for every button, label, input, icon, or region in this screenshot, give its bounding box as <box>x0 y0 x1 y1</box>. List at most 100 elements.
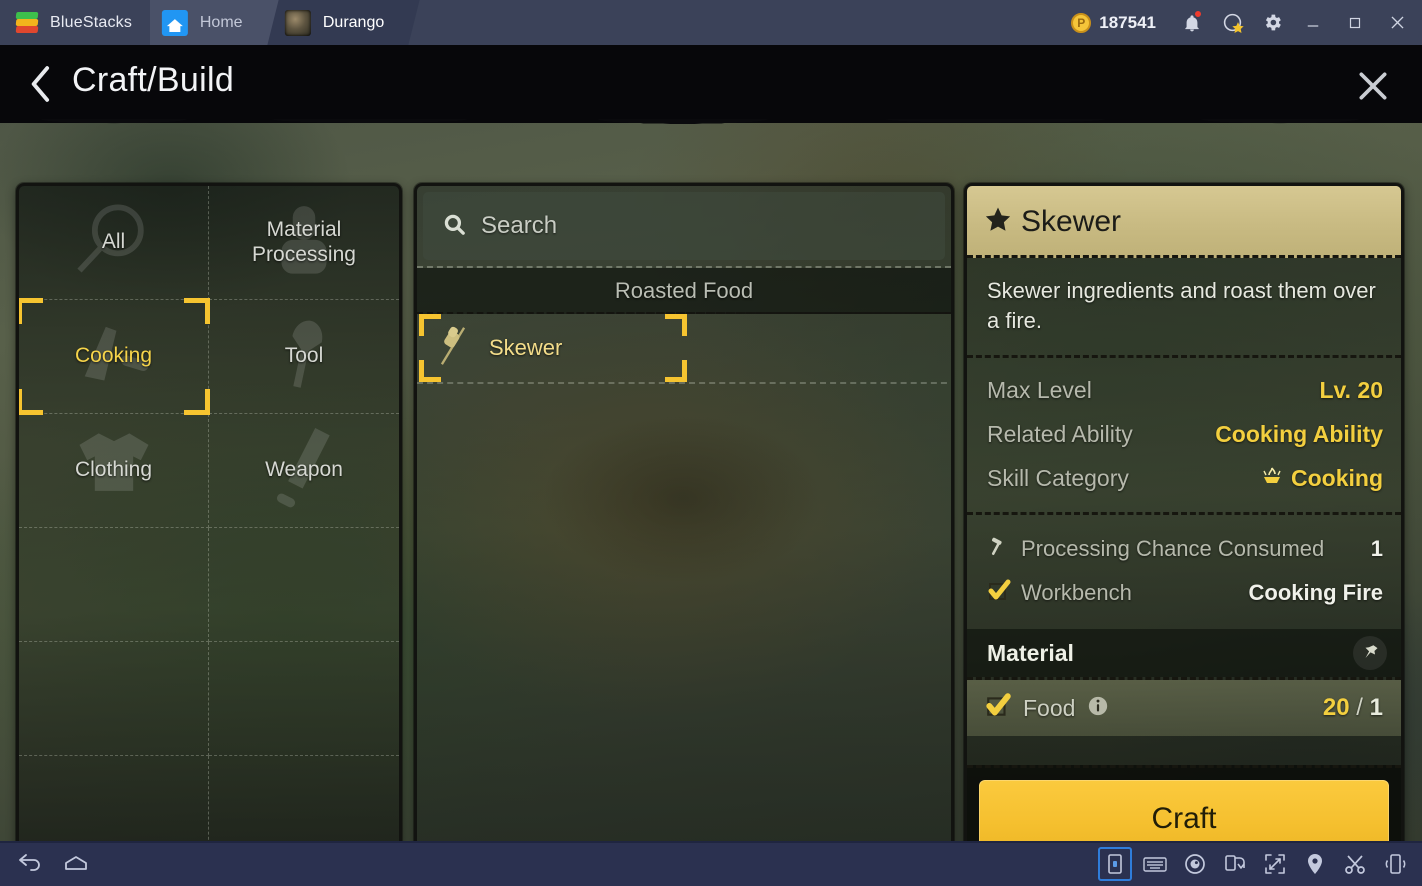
list-item-skewer-label: Skewer <box>489 335 563 360</box>
selection-bracket-tl <box>19 298 43 324</box>
category-material-processing-label: Material Processing <box>252 218 356 266</box>
category-weapon[interactable]: Weapon <box>209 414 399 528</box>
stat-key: Skill Category <box>987 464 1129 491</box>
material-have: 20 <box>1322 694 1350 722</box>
fullscreen-icon[interactable] <box>1258 847 1292 881</box>
material-row-food[interactable]: Food 20 / 1 <box>967 680 1401 737</box>
requirement-label: Processing Chance Consumed <box>1021 536 1325 562</box>
category-clothing-label: Clothing <box>74 458 153 482</box>
titlebar: BlueStacks Home Durango P 187541 <box>0 0 1422 45</box>
home-outline-icon[interactable] <box>56 847 96 881</box>
material-need: 1 <box>1369 694 1383 722</box>
stat-key: Related Ability <box>987 420 1133 447</box>
requirement-label: Workbench <box>1021 580 1132 606</box>
category-tool-label: Tool <box>284 344 324 368</box>
stat-row-max-level: Max Level Lv. 20 <box>987 368 1383 412</box>
detail-description: Skewer ingredients and roast them over a… <box>987 278 1376 333</box>
campfire-icon <box>1259 463 1285 493</box>
bluestacks-brand: BlueStacks <box>0 0 151 45</box>
recipe-detail-panel: Skewer Skewer ingredients and roast them… <box>964 183 1404 841</box>
category-empty-1 <box>19 528 209 642</box>
skill-category-value: Cooking <box>1291 464 1383 491</box>
craft-button-bar: Craft <box>967 765 1401 841</box>
stat-value-wrap: Cooking <box>1259 463 1383 493</box>
selection-bracket-bl <box>19 389 43 415</box>
category-weapon-label: Weapon <box>265 458 343 482</box>
selection-bracket-tr <box>184 298 210 324</box>
detail-title: Skewer <box>1021 205 1122 238</box>
category-all-label: All <box>101 230 126 254</box>
detail-title-bar: Skewer <box>967 186 1401 258</box>
stat-key: Max Level <box>987 376 1092 403</box>
close-panel-button[interactable] <box>1350 63 1396 109</box>
tab-durango[interactable]: Durango <box>253 0 420 45</box>
category-empty-6 <box>209 756 399 841</box>
back-arrow-icon[interactable] <box>10 847 50 881</box>
stat-row-skill-category: Skill Category Cooking <box>987 456 1383 500</box>
craft-button[interactable]: Craft <box>979 780 1389 841</box>
search-input[interactable]: Search <box>423 192 945 260</box>
material-name: Food <box>1023 694 1076 721</box>
scissors-icon[interactable] <box>1338 847 1372 881</box>
pin-icon[interactable] <box>1353 636 1387 671</box>
category-tool[interactable]: Tool <box>209 300 399 414</box>
check-icon <box>987 579 1011 608</box>
coin-icon: P <box>1071 12 1092 33</box>
gear-icon[interactable] <box>1252 0 1292 45</box>
location-pin-icon[interactable] <box>1298 847 1332 881</box>
points-display[interactable]: P 187541 <box>1055 12 1172 33</box>
category-empty-2 <box>209 528 399 642</box>
category-cooking[interactable]: Cooking <box>19 298 210 415</box>
keyboard-icon[interactable] <box>1138 847 1172 881</box>
craft-build-header: Craft/Build <box>0 45 1422 129</box>
home-icon <box>162 9 189 36</box>
selection-bracket-tl <box>419 314 441 336</box>
selection-bracket-br <box>665 360 687 382</box>
material-separator: / <box>1356 694 1363 722</box>
multi-instance-icon[interactable] <box>1098 846 1132 881</box>
close-icon[interactable] <box>1376 0 1418 45</box>
list-item-skewer[interactable]: Skewer <box>417 314 687 382</box>
recipe-row-divider-bottom <box>417 382 951 384</box>
requirement-processing-chance: Processing Chance Consumed 1 <box>987 527 1383 571</box>
shake-icon[interactable] <box>1378 847 1412 881</box>
notification-badge <box>1194 10 1202 18</box>
durango-game-icon <box>284 9 311 36</box>
material-section-header: Material <box>967 629 1401 678</box>
stat-value: Lv. 20 <box>1319 376 1384 403</box>
category-material-processing[interactable]: Material Processing <box>209 186 399 300</box>
back-button[interactable] <box>18 59 64 109</box>
category-grid: All Material Processing Cooking Tool Clo… <box>19 186 399 841</box>
bell-icon[interactable] <box>1172 0 1212 45</box>
star-icon <box>983 205 1013 240</box>
detail-requirements: Processing Chance Consumed 1 Workbench C… <box>967 515 1401 629</box>
titlebar-actions: P 187541 <box>1055 0 1422 45</box>
recipe-group-header: Roasted Food <box>417 268 951 314</box>
search-icon <box>441 211 467 242</box>
category-empty-5 <box>19 756 209 841</box>
requirement-workbench: Workbench Cooking Fire <box>987 571 1383 615</box>
page-title: Craft/Build <box>72 61 235 99</box>
category-all[interactable]: All <box>19 186 209 300</box>
selection-bracket-tr <box>665 314 687 336</box>
game-viewport: Craft/Build All Material Processing Cook… <box>0 45 1422 841</box>
rotate-icon[interactable] <box>1218 847 1252 881</box>
check-icon <box>985 693 1011 724</box>
tab-home[interactable]: Home <box>130 0 279 45</box>
search-placeholder: Search <box>481 212 558 239</box>
category-clothing[interactable]: Clothing <box>19 414 209 528</box>
bottom-bar-left <box>0 847 96 881</box>
bluestacks-bottom-bar <box>0 841 1422 886</box>
requirement-value: 1 <box>1370 536 1383 562</box>
recipe-group-label: Roasted Food <box>614 278 754 303</box>
stat-value: Cooking Ability <box>1215 420 1383 447</box>
info-icon[interactable] <box>1087 695 1109 722</box>
minimize-icon[interactable] <box>1292 0 1334 45</box>
bluestacks-logo-icon <box>14 10 40 36</box>
maximize-icon[interactable] <box>1334 0 1376 45</box>
account-star-icon[interactable] <box>1212 0 1252 45</box>
record-icon[interactable] <box>1178 847 1212 881</box>
category-cooking-label: Cooking <box>74 344 153 368</box>
selection-bracket-br <box>184 389 210 415</box>
material-header-label: Material <box>987 639 1074 666</box>
